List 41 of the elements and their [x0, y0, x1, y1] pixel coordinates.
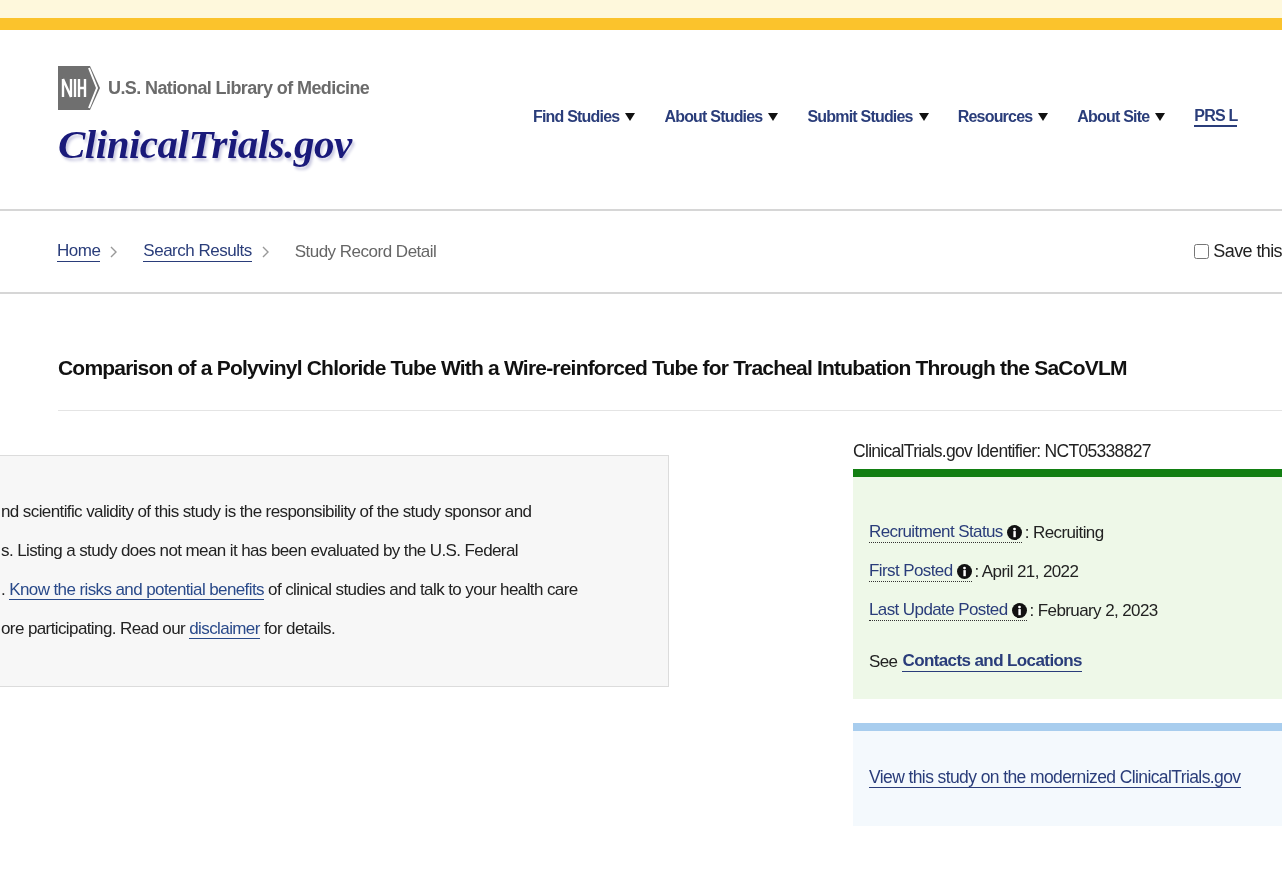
fact-value: : February 2, 2023	[1029, 600, 1158, 621]
nav-link[interactable]: Find Studies	[533, 107, 636, 127]
fact-value: : Recruiting	[1024, 522, 1104, 543]
study-identifier: ClinicalTrials.gov Identifier: NCT05338827	[853, 441, 1152, 463]
study-title: Comparison of a Polyvinyl Chloride Tube With a Wire-reinforced Tube for Tracheal Intubation Through the SaCoVLM	[58, 294, 1282, 411]
breadcrumb-link[interactable]: Home	[57, 241, 101, 262]
contacts-link[interactable]: Contacts and Locations	[902, 651, 1082, 672]
disclaimer-text: . Know the risks and potential benefits of clinical studies and talk to your health care	[1, 579, 579, 602]
caret-icon	[768, 113, 779, 121]
site-logo[interactable]: ClinicalTrials.gov	[58, 120, 352, 168]
see-label: See	[869, 651, 898, 672]
nav-link[interactable]: PRS L	[1194, 107, 1238, 127]
nih-logo-icon	[58, 66, 100, 110]
text-link[interactable]: Know the risks and potential benefits	[9, 580, 264, 600]
disclaimer-text: s. Listing a study does not mean it has been evaluated by the U.S. Federal	[1, 540, 519, 562]
info-icon	[1006, 524, 1022, 540]
chevron-icon	[110, 245, 118, 258]
nav-link[interactable]: About Studies	[664, 107, 779, 127]
caret-icon	[625, 113, 636, 121]
breadcrumb-link[interactable]: Search Results	[143, 241, 252, 262]
info-icon	[1011, 602, 1027, 618]
fact-label[interactable]: First Posted	[869, 561, 972, 582]
breadcrumb-current: Study Record Detail	[294, 241, 437, 262]
caret-icon	[918, 113, 929, 121]
info-icon	[956, 563, 972, 579]
nav-link[interactable]: Submit Studies	[807, 107, 929, 127]
agency-name: U.S. National Library of Medicine	[108, 77, 370, 99]
save-label: Save this	[1213, 241, 1282, 262]
fact-value: : April 21, 2022	[974, 561, 1079, 582]
disclaimer-text: ore participating. Read our disclaimer for details.	[1, 618, 337, 641]
save-checkbox[interactable]	[1194, 244, 1210, 259]
nav-link[interactable]: Resources	[957, 107, 1049, 127]
nav-link[interactable]: About Site	[1077, 107, 1166, 127]
fact-label[interactable]: Last Update Posted	[869, 600, 1027, 621]
chevron-icon	[261, 245, 269, 258]
fact-label[interactable]: Recruitment Status	[869, 522, 1022, 543]
caret-icon	[1155, 113, 1166, 121]
text-link[interactable]: disclaimer	[189, 619, 260, 639]
caret-icon	[1038, 113, 1049, 121]
disclaimer-text: nd scientific validity of this study is the responsibility of the study sponsor and	[1, 501, 533, 523]
modern-link[interactable]: View this study on the modernized ClinicalTrials.gov	[869, 767, 1241, 788]
